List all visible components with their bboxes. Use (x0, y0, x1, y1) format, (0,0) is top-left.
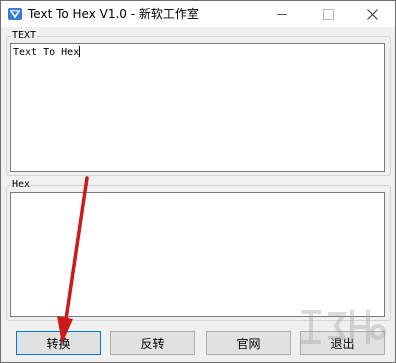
maximize-button[interactable] (305, 1, 351, 27)
reverse-button[interactable]: 反转 (110, 331, 195, 355)
text-group-label: TEXT (12, 30, 37, 41)
website-button[interactable]: 官网 (206, 331, 291, 355)
close-button[interactable] (349, 1, 395, 27)
close-icon (366, 8, 378, 20)
convert-button[interactable]: 转换 (16, 331, 101, 355)
minimize-icon (277, 13, 287, 15)
exit-button[interactable]: 退出 (300, 331, 385, 355)
app-window: Text To Hex V1.0 - 新软工作室 TEXT Text To He… (0, 0, 396, 363)
title-bar[interactable]: Text To Hex V1.0 - 新软工作室 (1, 1, 395, 27)
app-icon (7, 6, 23, 22)
hex-output[interactable] (10, 192, 385, 317)
text-caret (79, 46, 81, 57)
maximize-icon (322, 8, 334, 20)
window-title: Text To Hex V1.0 - 新软工作室 (28, 7, 199, 21)
hex-group-label: Hex (12, 179, 31, 190)
text-input[interactable]: Text To Hex (10, 43, 385, 172)
text-input-value: Text To Hex (13, 47, 80, 58)
minimize-button[interactable] (259, 1, 305, 27)
